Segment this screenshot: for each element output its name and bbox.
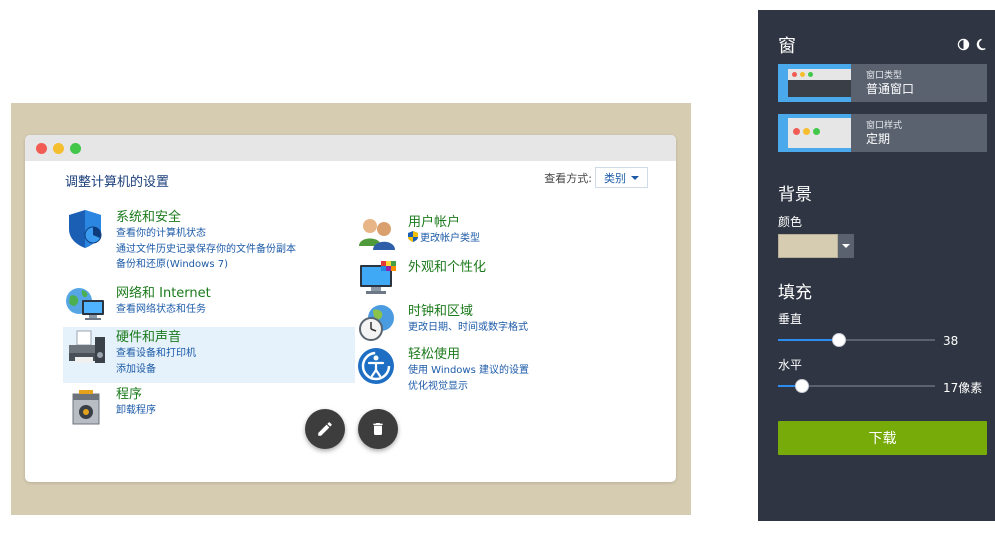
category-link[interactable]: 查看你的计算机状态 (116, 226, 296, 242)
horizontal-padding-slider[interactable] (778, 379, 935, 393)
moon-icon[interactable] (976, 38, 989, 51)
network-globe-icon (65, 285, 107, 325)
category-link-text[interactable]: 更改帐户类型 (420, 233, 480, 244)
vertical-label: 垂直 (778, 312, 803, 326)
vertical-value: 38 (943, 334, 959, 348)
theme-switcher (957, 38, 989, 51)
close-dot (36, 143, 47, 154)
window-style-thumbnail (778, 114, 851, 152)
view-by: 查看方式: 类别 (544, 167, 648, 188)
window-style-value: 定期 (866, 132, 891, 146)
printer-speaker-icon (65, 329, 107, 369)
app-root: 调整计算机的设置 查看方式: 类别 系统和安全 查看你的计算机状态 通过文件历史… (0, 0, 995, 539)
preview-window: 调整计算机的设置 查看方式: 类别 系统和安全 查看你的计算机状态 通过文件历史… (25, 135, 676, 482)
delete-button[interactable] (358, 409, 398, 449)
category-title[interactable]: 轻松使用 (408, 346, 529, 363)
view-by-label: 查看方式: (544, 171, 592, 185)
ease-of-access-icon (357, 346, 399, 386)
category-title[interactable]: 网络和 Internet (116, 285, 211, 302)
category-link[interactable]: 更改帐户类型 (408, 231, 480, 247)
window-style-label: 窗口样式 (866, 121, 903, 131)
color-swatch[interactable] (778, 234, 838, 258)
category-link[interactable]: 使用 Windows 建议的设置 (408, 363, 529, 379)
preview-canvas: 调整计算机的设置 查看方式: 类别 系统和安全 查看你的计算机状态 通过文件历史… (11, 103, 691, 515)
vertical-padding-slider[interactable] (778, 333, 935, 347)
view-by-value: 类别 (604, 171, 626, 185)
slider-fill (778, 339, 840, 341)
view-by-select[interactable]: 类别 (595, 167, 648, 188)
monitor-palette-icon (357, 259, 399, 299)
uac-shield-icon (408, 231, 418, 242)
window-type-thumbnail (778, 64, 851, 102)
window-titlebar (25, 135, 676, 161)
window-type-label: 窗口类型 (866, 71, 903, 81)
category-link[interactable]: 查看网络状态和任务 (116, 302, 211, 318)
horizontal-label: 水平 (778, 358, 803, 372)
chevron-down-icon (842, 244, 850, 248)
category-link[interactable]: 优化视觉显示 (408, 379, 529, 395)
clock-globe-icon (357, 303, 399, 343)
panel-heading: 窗 (778, 36, 796, 57)
color-dropdown[interactable] (838, 234, 854, 258)
window-type-value: 普通窗口 (866, 82, 915, 96)
category-title[interactable]: 时钟和区域 (408, 303, 528, 320)
category-hardware-sound[interactable]: 硬件和声音 查看设备和打印机 添加设备 (63, 327, 355, 383)
light-theme-icon[interactable] (957, 38, 970, 51)
shield-icon (65, 209, 107, 249)
background-section-title: 背景 (778, 185, 812, 205)
control-panel-title: 调整计算机的设置 (65, 175, 170, 190)
trash-icon (373, 423, 383, 435)
download-button[interactable]: 下载 (778, 421, 987, 455)
padding-section-title: 填充 (778, 283, 812, 303)
category-network-internet[interactable]: 网络和 Internet 查看网络状态和任务 (65, 285, 211, 325)
color-label: 颜色 (778, 215, 803, 229)
chevron-down-icon (631, 175, 639, 180)
programs-icon (65, 386, 107, 426)
category-link[interactable]: 更改日期、时间或数字格式 (408, 320, 528, 336)
category-title[interactable]: 硬件和声音 (116, 329, 196, 346)
window-type-option[interactable]: 窗口类型 普通窗口 (778, 64, 987, 102)
slider-thumb[interactable] (832, 333, 847, 347)
pencil-icon (318, 422, 332, 436)
category-link[interactable]: 添加设备 (116, 362, 196, 378)
category-title[interactable]: 系统和安全 (116, 209, 296, 226)
slider-thumb[interactable] (794, 379, 809, 393)
category-ease-of-access[interactable]: 轻松使用 使用 Windows 建议的设置 优化视觉显示 (357, 346, 529, 394)
category-link[interactable]: 卸载程序 (116, 403, 156, 419)
category-clock-region[interactable]: 时钟和区域 更改日期、时间或数字格式 (357, 303, 528, 343)
minimize-dot (53, 143, 64, 154)
category-link[interactable]: 查看设备和打印机 (116, 346, 196, 362)
users-icon (357, 214, 399, 254)
horizontal-value: 17像素 (943, 381, 983, 395)
category-title[interactable]: 程序 (116, 386, 156, 403)
category-link[interactable]: 通过文件历史记录保存你的文件备份副本 (116, 242, 296, 258)
category-appearance[interactable]: 外观和个性化 (357, 259, 486, 299)
category-link[interactable]: 备份和还原(Windows 7) (116, 257, 296, 273)
category-title[interactable]: 外观和个性化 (408, 259, 486, 276)
maximize-dot (70, 143, 81, 154)
background-color-picker[interactable] (778, 234, 854, 258)
window-style-option[interactable]: 窗口样式 定期 (778, 114, 987, 152)
category-system-security[interactable]: 系统和安全 查看你的计算机状态 通过文件历史记录保存你的文件备份副本 备份和还原… (65, 209, 296, 273)
category-programs[interactable]: 程序 卸载程序 (65, 386, 156, 426)
edit-button[interactable] (305, 409, 345, 449)
category-user-accounts[interactable]: 用户帐户 更改帐户类型 (357, 214, 480, 254)
settings-panel: 窗 窗口类型 普通窗口 窗口样式 定期 背景 颜色 填充 垂直 38 水平 17… (758, 10, 995, 521)
category-title[interactable]: 用户帐户 (408, 214, 480, 231)
